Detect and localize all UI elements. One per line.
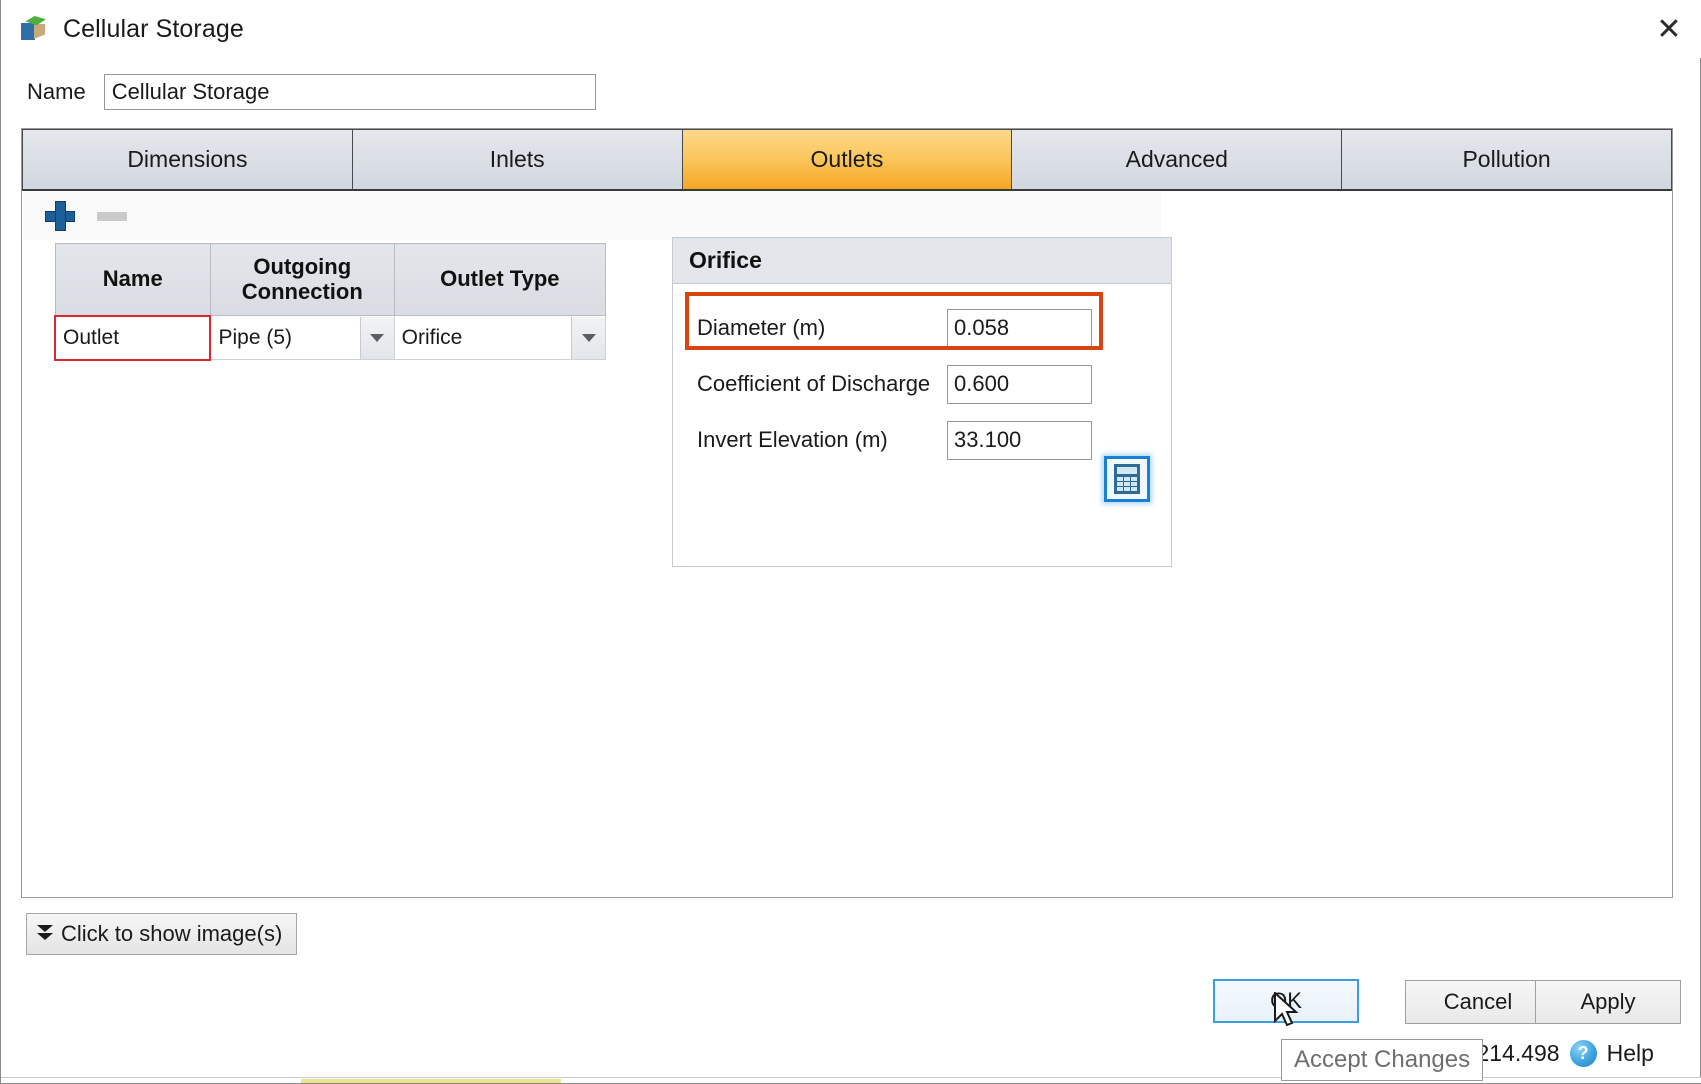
- invert-elevation-label: Invert Elevation (m): [697, 427, 888, 452]
- tab-dimensions[interactable]: Dimensions: [22, 129, 353, 191]
- outgoing-connection-value: Pipe (5): [211, 316, 360, 359]
- add-outlet-icon[interactable]: [45, 201, 75, 231]
- tab-advanced-label: Advanced: [1125, 146, 1228, 172]
- remove-outlet-icon: [97, 211, 127, 221]
- tab-outlets-label: Outlets: [810, 146, 884, 172]
- storage-box-icon: [19, 15, 49, 43]
- field-row-diameter: Diameter (m): [673, 302, 1171, 354]
- cancel-button[interactable]: Cancel: [1405, 980, 1551, 1024]
- status-line: ): 214.498 ? Help: [1456, 1040, 1654, 1067]
- question-circle-icon[interactable]: ?: [1569, 1040, 1597, 1067]
- decorative-strip: [301, 1079, 561, 1083]
- title-bar: Cellular Storage ✕: [1, 0, 1701, 58]
- column-header-outlet-type[interactable]: Outlet Type: [393, 243, 607, 316]
- coefficient-of-discharge-input[interactable]: [947, 364, 1092, 404]
- tab-inlets-label: Inlets: [489, 146, 545, 172]
- outlet-type-dropdown-icon[interactable]: [571, 316, 605, 359]
- chevron-down-icon: [581, 333, 596, 342]
- column-header-outgoing-line2: Connection: [241, 278, 363, 304]
- invert-elevation-input[interactable]: [947, 420, 1092, 460]
- tab-pollution-label: Pollution: [1462, 146, 1551, 172]
- double-chevron-down-icon: [37, 925, 53, 943]
- orifice-group-box: Orifice Diameter (m) Coefficient of Disc…: [672, 237, 1172, 567]
- cellular-storage-dialog: Cellular Storage ✕ Name Dimensions Inlet…: [0, 0, 1701, 1084]
- diameter-label: Diameter (m): [697, 315, 826, 340]
- table-header-row: Name Outgoing Connection Outlet Type: [54, 243, 607, 316]
- name-label: Name: [27, 79, 86, 104]
- name-input[interactable]: [103, 74, 596, 110]
- outlets-toolbar: [23, 192, 1161, 240]
- help-link[interactable]: Help: [1607, 1040, 1654, 1067]
- field-row-coefficient-of-discharge: Coefficient of Discharge: [673, 358, 1171, 410]
- close-icon[interactable]: ✕: [1636, 0, 1701, 58]
- orifice-fields: Diameter (m) Coefficient of Discharge In…: [673, 284, 1171, 466]
- tab-pollution[interactable]: Pollution: [1342, 129, 1672, 191]
- tab-panel: Dimensions Inlets Outlets Advanced Pollu…: [21, 128, 1673, 898]
- ok-button[interactable]: OK: [1213, 979, 1359, 1023]
- outlet-type-value: Orifice: [394, 316, 571, 359]
- show-images-label: Click to show image(s): [61, 921, 283, 946]
- tab-dimensions-label: Dimensions: [127, 146, 248, 172]
- table-row[interactable]: Outlet Pipe (5) Orifice: [53, 314, 607, 361]
- tooltip-accept-changes: Accept Changes: [1281, 1039, 1484, 1081]
- show-images-button[interactable]: Click to show image(s): [26, 913, 298, 955]
- window-title: Cellular Storage: [63, 14, 244, 43]
- diameter-input[interactable]: [947, 308, 1092, 348]
- column-header-name[interactable]: Name: [54, 243, 211, 316]
- cell-outlet-type[interactable]: Orifice: [393, 315, 607, 360]
- tab-strip: Dimensions Inlets Outlets Advanced Pollu…: [22, 129, 1672, 191]
- tab-inlets[interactable]: Inlets: [352, 129, 683, 191]
- tab-advanced[interactable]: Advanced: [1012, 129, 1343, 191]
- coefficient-of-discharge-label: Coefficient of Discharge: [697, 371, 931, 396]
- calculator-icon[interactable]: [1104, 456, 1150, 502]
- outlets-table: Name Outgoing Connection Outlet Type Out…: [53, 243, 607, 361]
- name-row: Name: [1, 72, 1701, 112]
- orifice-group-title: Orifice: [673, 238, 1171, 284]
- chevron-down-icon: [370, 333, 385, 342]
- tab-outlets[interactable]: Outlets: [682, 129, 1013, 191]
- cell-outlet-name[interactable]: Outlet: [53, 314, 212, 361]
- cell-outgoing-connection[interactable]: Pipe (5): [209, 315, 395, 360]
- column-header-outgoing-connection[interactable]: Outgoing Connection: [209, 243, 395, 316]
- field-row-invert-elevation: Invert Elevation (m): [673, 414, 1171, 466]
- outgoing-connection-dropdown-icon[interactable]: [359, 316, 394, 359]
- apply-button[interactable]: Apply: [1535, 980, 1681, 1024]
- column-header-outgoing-line1: Outgoing: [253, 253, 352, 279]
